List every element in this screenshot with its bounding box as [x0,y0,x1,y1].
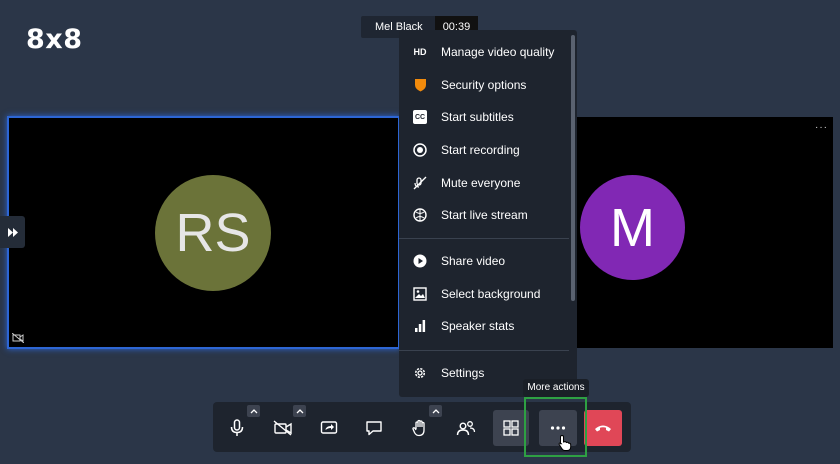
menu-item-label: Start recording [441,143,520,157]
bar-chart-icon [413,319,427,333]
microphone-options-button[interactable] [247,405,260,417]
menu-divider [399,350,569,351]
menu-item-label: Start subtitles [441,110,514,124]
menu-item-manage-video-quality[interactable]: HD Manage video quality [399,37,569,67]
menu-item-label: Manage video quality [441,45,555,59]
tile-view-icon [503,420,519,436]
tile-menu-icon[interactable]: ··· [815,122,828,133]
share-screen-icon [320,421,338,434]
menu-scrollbar[interactable] [571,35,575,301]
menu-item-mute-everyone[interactable]: Mute everyone [399,168,569,198]
menu-item-speaker-stats[interactable]: Speaker stats [399,311,569,341]
menu-divider [399,238,569,239]
chevron-up-icon [432,408,439,413]
expand-filmstrip-button[interactable] [0,216,25,248]
camera-off-icon [273,420,292,436]
menu-item-label: Mute everyone [441,176,521,190]
participants-button[interactable] [448,410,484,446]
more-actions-highlight [524,397,587,457]
more-actions-tooltip: More actions [523,379,589,397]
menu-item-start-live-stream[interactable]: Start live stream [399,200,569,230]
camera-options-button[interactable] [293,405,306,417]
menu-item-security-options[interactable]: Security options [399,70,569,100]
image-icon [413,287,427,301]
play-icon [413,254,427,268]
share-screen-button[interactable] [311,410,347,446]
chat-icon [366,421,382,436]
menu-item-label: Security options [441,78,527,92]
cc-icon: CC [413,110,427,124]
hd-icon: HD [413,47,427,57]
mute-everyone-icon [413,176,427,190]
menu-item-start-recording[interactable]: Start recording [399,135,569,165]
more-actions-menu: HD Manage video quality Security options… [399,30,577,397]
menu-item-label: Speaker stats [441,319,515,333]
menu-item-label: Share video [441,254,506,268]
shield-icon [413,78,427,92]
chevron-up-icon [296,408,303,413]
hang-up-icon [595,425,611,432]
menu-item-start-subtitles[interactable]: CC Start subtitles [399,102,569,132]
participants-icon [456,421,476,436]
avatar-rs: RS [155,175,271,291]
camera-off-icon [12,333,24,343]
chevron-up-icon [250,408,257,413]
menu-item-select-background[interactable]: Select background [399,279,569,309]
reactions-options-button[interactable] [429,405,442,417]
raise-hand-icon [412,419,425,437]
menu-item-label: Select background [441,287,541,301]
app-logo: 8x8 [26,24,83,55]
menu-item-label: Start live stream [441,208,528,222]
menu-item-label: Settings [441,366,485,380]
hang-up-button[interactable] [584,410,622,446]
gear-icon [413,366,427,380]
avatar-m: M [580,175,685,280]
menu-item-share-video[interactable]: Share video [399,246,569,276]
chat-button[interactable] [356,410,392,446]
microphone-icon [230,419,244,436]
double-chevron-right-icon [7,227,18,237]
record-icon [413,143,427,157]
live-stream-icon [413,208,427,222]
